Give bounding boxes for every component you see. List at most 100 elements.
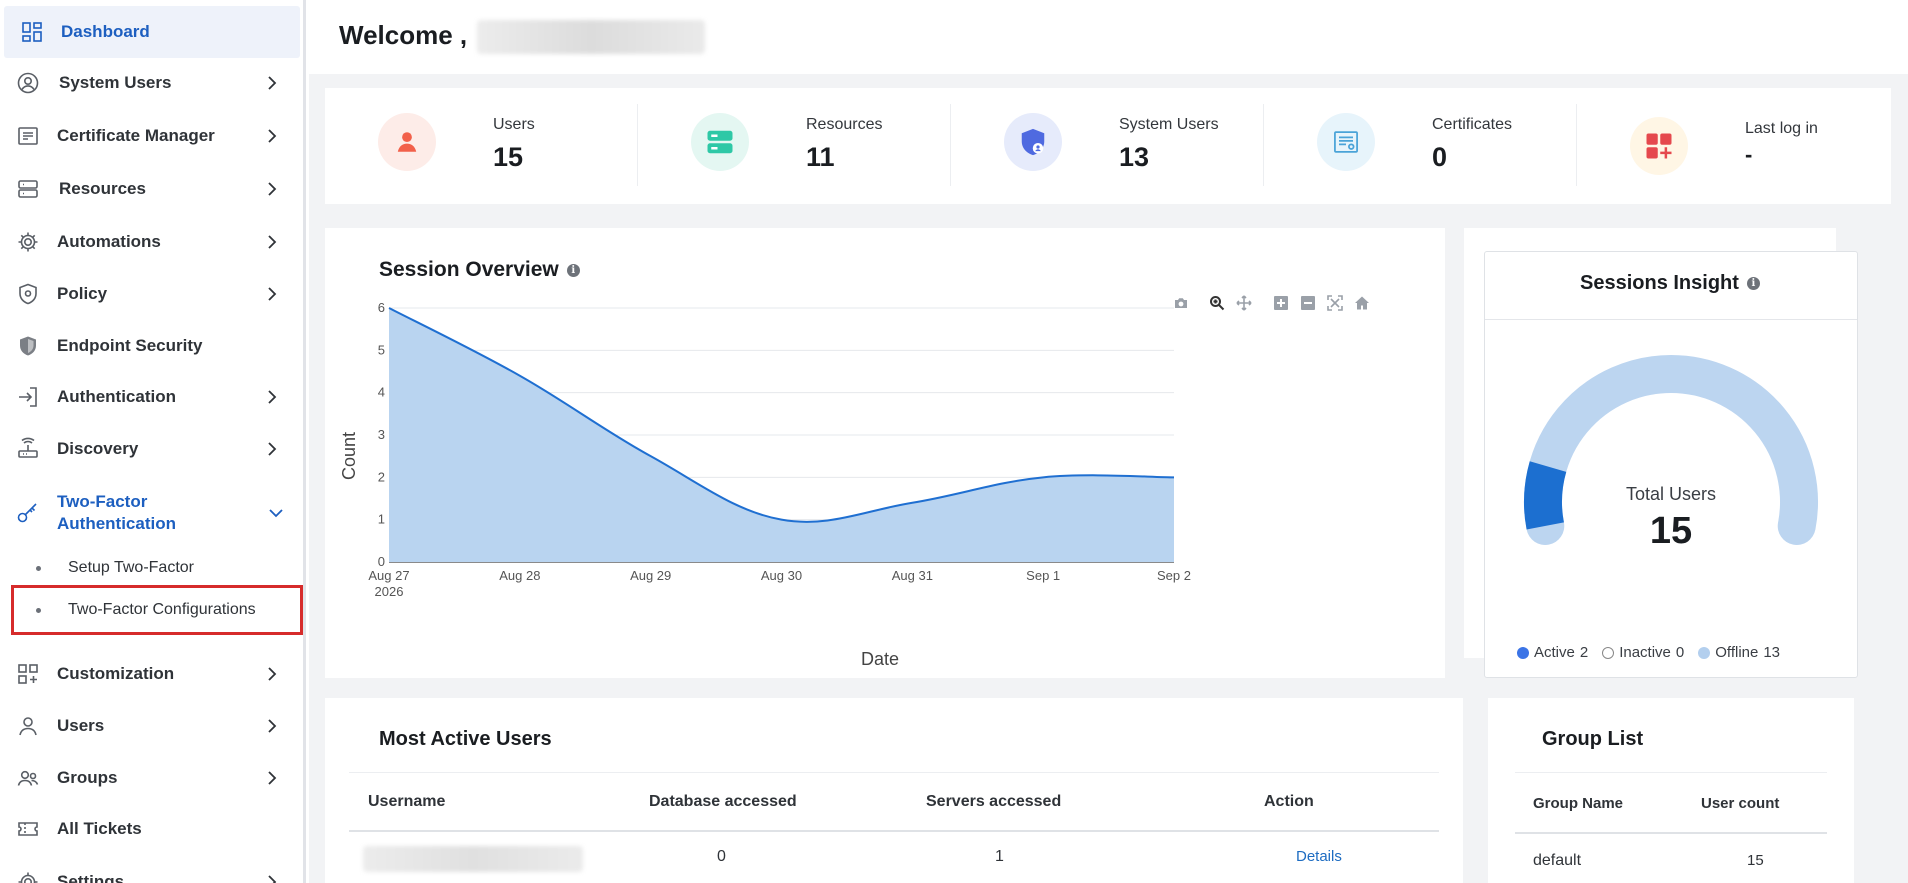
- stat-value: -: [1745, 142, 1753, 167]
- group-table-row: default 15: [1515, 836, 1827, 883]
- y-tick-label: 4: [378, 385, 385, 400]
- stat-title: Last log in: [1745, 120, 1818, 137]
- label-line-1: Two-Factor: [57, 492, 148, 511]
- autoscale-icon[interactable]: [1327, 295, 1343, 311]
- info-icon[interactable]: i: [566, 263, 580, 277]
- sidebar-item-endpoint-security[interactable]: Endpoint Security: [0, 320, 300, 372]
- table-row: 0 1 Details: [349, 834, 1439, 883]
- x-tick-label: Aug 29: [630, 568, 671, 583]
- sidebar-item-label: Automations: [57, 232, 161, 251]
- chevron-right-icon: [268, 771, 277, 785]
- stat-value: 11: [806, 142, 835, 172]
- info-icon[interactable]: i: [1746, 277, 1760, 291]
- sidebar-item-label: System Users: [59, 73, 172, 92]
- ticket-icon: [18, 822, 38, 836]
- sidebar-item-label: Customization: [57, 664, 175, 683]
- welcome-title: Welcome ,: [339, 20, 468, 50]
- grid-icon: [22, 22, 42, 42]
- user-icon: [19, 717, 37, 736]
- stat-title: Certificates: [1432, 116, 1513, 133]
- group-table-header-row: Group Name User count: [1515, 772, 1827, 834]
- bullet-icon: [36, 607, 41, 613]
- sidebar-item-dashboard[interactable]: Dashboard: [4, 6, 300, 58]
- x-tick-label: Aug 30: [761, 568, 802, 583]
- apps-add-icon: [18, 664, 38, 684]
- sidebar-item-discovery[interactable]: Discovery: [0, 423, 300, 475]
- sidebar-item-customization[interactable]: Customization: [0, 648, 300, 700]
- home-icon[interactable]: [1354, 295, 1370, 311]
- group-count-cell: 15: [1747, 852, 1764, 869]
- gear-icon: [18, 872, 38, 883]
- sidebar-subitem-setup-two-factor[interactable]: Setup Two-Factor: [0, 548, 300, 588]
- group-icon: [17, 770, 39, 786]
- y-axis-label: Count: [339, 432, 359, 480]
- sidebar-item-authentication[interactable]: Authentication: [0, 371, 300, 423]
- sidebar-item-all-tickets[interactable]: All Tickets: [0, 803, 300, 855]
- legend-value: 13: [1763, 644, 1781, 661]
- chevron-right-icon: [268, 182, 277, 196]
- key-icon: [17, 503, 37, 523]
- server-icon: [707, 130, 733, 154]
- servers-accessed-cell: 1: [995, 848, 1004, 865]
- sidebar-item-label: Resources: [59, 179, 146, 198]
- series-area-fill: [389, 308, 1174, 562]
- stat-title: System Users: [1119, 116, 1219, 133]
- stat-certificates: Certificates 0: [1264, 88, 1577, 204]
- sidebar-item-settings[interactable]: Settings: [0, 856, 300, 883]
- stat-system-users: System Users 13: [951, 88, 1264, 204]
- legend-item-offline[interactable]: Offline 13: [1698, 644, 1780, 661]
- group-list-title: Group List: [1542, 728, 1644, 750]
- login-icon: [19, 387, 37, 407]
- sidebar-item-users[interactable]: Users: [0, 700, 300, 752]
- sidebar-subitem-label: Two-Factor Configurations: [68, 601, 256, 618]
- legend-item-active[interactable]: Active 2: [1517, 644, 1588, 661]
- legend-swatch-inactive: [1602, 646, 1615, 659]
- camera-icon[interactable]: [1173, 295, 1189, 311]
- user-icon: [397, 132, 417, 152]
- gauge-center-value: 15: [1649, 510, 1693, 552]
- pan-icon[interactable]: [1236, 295, 1252, 311]
- shield-user-icon: [1021, 128, 1045, 156]
- shield-lock-icon: [19, 283, 37, 305]
- stat-value: 0: [1432, 142, 1448, 172]
- x-tick-year-label: 2026: [375, 584, 404, 599]
- label-line-2: Authentication: [57, 514, 176, 533]
- sessions-insight-title: Sessions Insight i: [1580, 272, 1760, 295]
- sidebar-item-resources[interactable]: Resources: [0, 163, 300, 215]
- sidebar: Dashboard System Users Certificate Manag…: [0, 0, 306, 883]
- sidebar-item-certificate-manager[interactable]: Certificate Manager: [0, 110, 300, 162]
- sidebar-item-groups[interactable]: Groups: [0, 752, 300, 804]
- y-tick-label: 5: [378, 342, 385, 357]
- sessions-insight-header: Sessions Insight i: [1485, 252, 1857, 320]
- sidebar-item-system-users[interactable]: System Users: [0, 57, 300, 109]
- x-axis-label: Date: [861, 649, 899, 669]
- sidebar-item-automations[interactable]: Automations: [0, 216, 300, 268]
- series-line: [388, 307, 1175, 523]
- stat-title: Users: [493, 116, 535, 133]
- redacted-username: [477, 20, 705, 54]
- sidebar-item-two-factor-authentication[interactable]: Two-Factor Authentication: [0, 486, 300, 540]
- details-link[interactable]: Details: [1296, 848, 1342, 865]
- chevron-right-icon: [268, 390, 277, 404]
- zoom-out-icon[interactable]: [1300, 295, 1316, 311]
- sidebar-item-label: Endpoint Security: [57, 336, 203, 355]
- most-active-users-title: Most Active Users: [379, 728, 552, 750]
- chevron-down-icon: [269, 509, 283, 518]
- legend-item-inactive[interactable]: Inactive 0: [1602, 644, 1684, 661]
- sidebar-item-policy[interactable]: Policy: [0, 268, 300, 320]
- welcome-header: Welcome ,: [309, 0, 1908, 74]
- zoom-in-icon[interactable]: [1273, 295, 1289, 311]
- stat-resources: Resources 11: [638, 88, 951, 204]
- sessions-insight-title-text: Sessions Insight: [1580, 272, 1739, 294]
- x-tick-label: Aug 28: [499, 568, 540, 583]
- sidebar-item-label: All Tickets: [57, 819, 142, 838]
- chevron-right-icon: [268, 719, 277, 733]
- legend-value: 2: [1579, 644, 1589, 661]
- sidebar-subitem-two-factor-configurations[interactable]: Two-Factor Configurations: [11, 585, 303, 635]
- column-header: Database accessed: [649, 793, 797, 810]
- chevron-right-icon: [268, 875, 277, 883]
- legend-label: Inactive: [1619, 644, 1671, 661]
- session-overview-card: Session Overview i 0123456 Aug 27 Aug 28 Au…: [325, 228, 1445, 678]
- zoom-icon[interactable]: [1209, 295, 1225, 311]
- x-tick-label: Aug 31: [892, 568, 933, 583]
